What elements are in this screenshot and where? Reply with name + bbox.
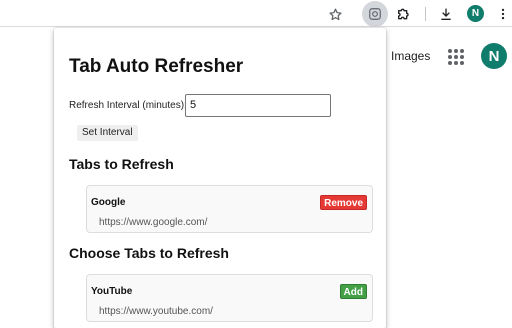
refresh-tab-card: Google Remove https://www.google.com/ (86, 185, 373, 233)
interval-label: Refresh Interval (minutes): (69, 100, 187, 111)
images-link[interactable]: Images (391, 49, 430, 63)
popup-title: Tab Auto Refresher (69, 56, 244, 77)
apps-grid-icon[interactable] (448, 49, 464, 65)
choose-tabs-heading: Choose Tabs to Refresh (69, 245, 229, 261)
extension-icon[interactable] (362, 1, 388, 27)
google-account-avatar[interactable]: N (481, 43, 507, 69)
toolbar-separator (425, 7, 426, 21)
tab-name: Google (91, 197, 126, 208)
tab-url: https://www.youtube.com/ (99, 306, 213, 317)
tab-name: YouTube (91, 286, 133, 297)
tab-url: https://www.google.com/ (99, 217, 208, 228)
puzzle-icon[interactable] (392, 2, 416, 26)
extension-popup: Tab Auto Refresher Refresh Interval (min… (54, 28, 386, 328)
add-button[interactable]: Add (339, 284, 367, 299)
tabs-to-refresh-heading: Tabs to Refresh (69, 156, 174, 172)
remove-button[interactable]: Remove (320, 195, 367, 210)
profile-avatar[interactable]: N (467, 5, 484, 22)
available-tab-card: YouTube Add https://www.youtube.com/ (86, 274, 373, 322)
browser-toolbar: N (0, 0, 512, 27)
set-interval-button[interactable]: Set Interval (77, 125, 138, 141)
download-icon[interactable] (434, 2, 458, 26)
interval-input[interactable]: 5 (185, 94, 331, 117)
star-icon[interactable] (323, 2, 347, 26)
kebab-menu-icon[interactable] (491, 2, 512, 26)
